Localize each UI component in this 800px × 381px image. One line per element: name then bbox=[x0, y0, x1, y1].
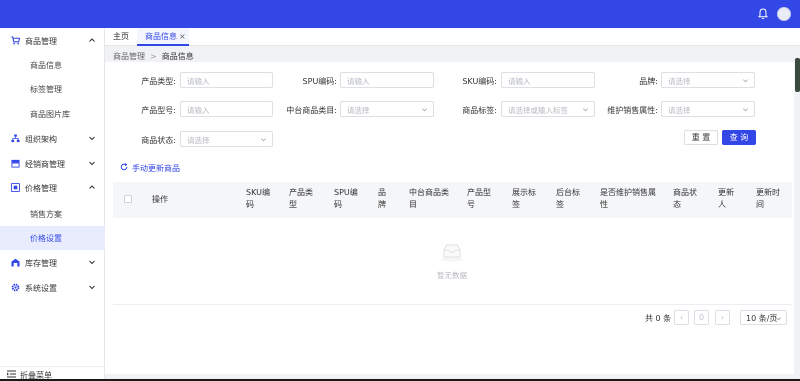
sidebar-item-product-info[interactable]: 商品信息 bbox=[0, 53, 105, 77]
prev-page-button[interactable]: ‹ bbox=[674, 310, 689, 325]
sidebar-group-system-settings[interactable]: 系统设置 bbox=[0, 277, 105, 299]
sidebar: 商品管理 商品信息 标签管理 商品图片库 组织架构 经销商管理 价格管理 销售方… bbox=[0, 28, 105, 381]
column-header-backend-tag[interactable]: 后台标签 bbox=[556, 187, 580, 211]
product-model-label: 产品型号: bbox=[141, 106, 176, 115]
chevron-down-icon bbox=[422, 108, 427, 112]
column-header-platform-category[interactable]: 中台商品类目 bbox=[409, 187, 449, 211]
spu-code-input[interactable]: 请输入 bbox=[340, 72, 434, 88]
chevron-down-icon bbox=[743, 79, 748, 83]
chevron-down-icon bbox=[89, 161, 95, 166]
sidebar-group-product[interactable]: 商品管理 bbox=[0, 30, 105, 52]
close-icon[interactable]: × bbox=[179, 28, 186, 46]
sidebar-group-dealer[interactable]: 经销商管理 bbox=[0, 153, 105, 175]
column-header-product-model[interactable]: 产品型号 bbox=[467, 187, 491, 211]
cart-icon bbox=[11, 36, 20, 45]
table-bottom-divider bbox=[113, 304, 792, 305]
user-avatar[interactable] bbox=[777, 7, 791, 21]
manual-refresh-link[interactable]: 手动更新商品 bbox=[120, 162, 200, 174]
product-type-input[interactable]: 请输入 bbox=[180, 72, 273, 88]
chevron-down-icon bbox=[89, 260, 95, 265]
query-button[interactable]: 查 询 bbox=[722, 130, 756, 145]
warehouse-icon bbox=[11, 258, 20, 267]
product-status-select[interactable]: 请选择 bbox=[180, 131, 273, 147]
tab-bar: 主页 商品信息 × bbox=[105, 28, 800, 46]
sidebar-group-label: 组织架构 bbox=[25, 135, 57, 144]
chevron-down-icon bbox=[89, 285, 95, 290]
column-header-brand[interactable]: 品牌 bbox=[378, 187, 386, 211]
column-header-product-type[interactable]: 产品类型 bbox=[289, 187, 313, 211]
chevron-up-icon bbox=[89, 38, 95, 42]
platform-category-select[interactable]: 请选择 bbox=[340, 101, 434, 117]
sku-code-label: SKU编码: bbox=[462, 77, 497, 86]
sale-attr-label: 维护销售属性: bbox=[607, 106, 658, 115]
sidebar-group-label: 库存管理 bbox=[25, 259, 57, 268]
tab-home[interactable]: 主页 bbox=[113, 28, 129, 46]
sidebar-group-label: 价格管理 bbox=[25, 184, 57, 193]
product-status-label: 商品状态: bbox=[141, 136, 176, 145]
select-all-checkbox[interactable] bbox=[124, 195, 132, 203]
breadcrumb: 商品管理 > 商品信息 bbox=[113, 51, 194, 62]
chevron-down-icon bbox=[583, 108, 588, 112]
page-size-value: 10 条/页 bbox=[746, 314, 778, 323]
next-page-button[interactable]: › bbox=[715, 310, 730, 325]
pagination-total: 共 0 条 bbox=[645, 314, 672, 323]
sale-attr-select[interactable]: 请选择 bbox=[661, 101, 755, 117]
tab-label: 商品信息 bbox=[145, 32, 177, 41]
sidebar-group-price[interactable]: 价格管理 bbox=[0, 177, 105, 199]
spu-code-label: SPU编码: bbox=[302, 77, 337, 86]
sidebar-group-label: 商品管理 bbox=[25, 37, 57, 46]
brand-label: 品牌: bbox=[639, 77, 658, 86]
chevron-up-icon bbox=[89, 185, 95, 189]
sku-code-input[interactable]: 请输入 bbox=[501, 72, 595, 88]
menu-fold-icon bbox=[7, 370, 16, 378]
tab-product-info[interactable]: 商品信息 × bbox=[137, 28, 189, 46]
dealer-icon bbox=[11, 159, 20, 168]
page-number-button[interactable]: 0 bbox=[694, 310, 709, 325]
breadcrumb-parent[interactable]: 商品管理 bbox=[113, 52, 145, 61]
top-navigation-bar bbox=[0, 0, 800, 28]
chevron-down-icon bbox=[261, 138, 266, 142]
empty-state-text: 暂无数据 bbox=[437, 271, 467, 280]
gear-icon bbox=[11, 283, 20, 292]
breadcrumb-current: 商品信息 bbox=[161, 52, 194, 61]
empty-box-icon bbox=[441, 244, 463, 262]
chevron-down-icon bbox=[776, 317, 781, 321]
price-icon bbox=[11, 183, 20, 192]
column-header-status[interactable]: 商品状态 bbox=[673, 187, 697, 211]
column-header-actions[interactable]: 操作 bbox=[152, 194, 168, 206]
column-header-display-tag[interactable]: 展示标签 bbox=[512, 187, 536, 211]
page-size-select[interactable]: 10 条/页 bbox=[740, 310, 787, 325]
sidebar-item-price-settings[interactable]: 价格设置 bbox=[0, 226, 105, 250]
brand-select[interactable]: 请选择 bbox=[661, 72, 755, 88]
platform-category-label: 中台商品类目: bbox=[286, 106, 337, 115]
chevron-down-icon bbox=[743, 108, 748, 112]
product-tag-select[interactable]: 请选择或输入标签 bbox=[501, 101, 595, 117]
sidebar-item-tag-management[interactable]: 标签管理 bbox=[0, 77, 105, 101]
product-model-input[interactable]: 请输入 bbox=[180, 101, 273, 117]
column-header-sku-code[interactable]: SKU编码 bbox=[246, 187, 270, 211]
chevron-down-icon bbox=[89, 136, 95, 141]
sidebar-group-organization[interactable]: 组织架构 bbox=[0, 128, 105, 150]
product-tag-label: 商品标签: bbox=[462, 106, 497, 115]
sidebar-item-sales-plan[interactable]: 销售方案 bbox=[0, 202, 105, 226]
manual-refresh-label: 手动更新商品 bbox=[132, 164, 180, 173]
bell-icon[interactable] bbox=[758, 8, 768, 20]
column-header-spu-code[interactable]: SPU编码 bbox=[334, 187, 358, 211]
reset-button[interactable]: 重 置 bbox=[684, 130, 718, 145]
column-header-sale-attr[interactable]: 是否维护销售属性 bbox=[600, 187, 656, 211]
sidebar-group-label: 系统设置 bbox=[25, 284, 57, 293]
product-type-label: 产品类型: bbox=[141, 77, 176, 86]
column-header-update-time[interactable]: 更新时间 bbox=[756, 187, 780, 211]
sidebar-group-label: 经销商管理 bbox=[25, 160, 65, 169]
refresh-icon bbox=[120, 163, 128, 171]
column-header-updater[interactable]: 更新人 bbox=[718, 187, 734, 211]
org-chart-icon bbox=[11, 134, 20, 143]
sidebar-item-image-library[interactable]: 商品图片库 bbox=[0, 102, 105, 126]
breadcrumb-separator: > bbox=[150, 52, 157, 61]
sidebar-group-inventory[interactable]: 库存管理 bbox=[0, 252, 105, 274]
side-scroll-handle[interactable] bbox=[795, 58, 800, 92]
